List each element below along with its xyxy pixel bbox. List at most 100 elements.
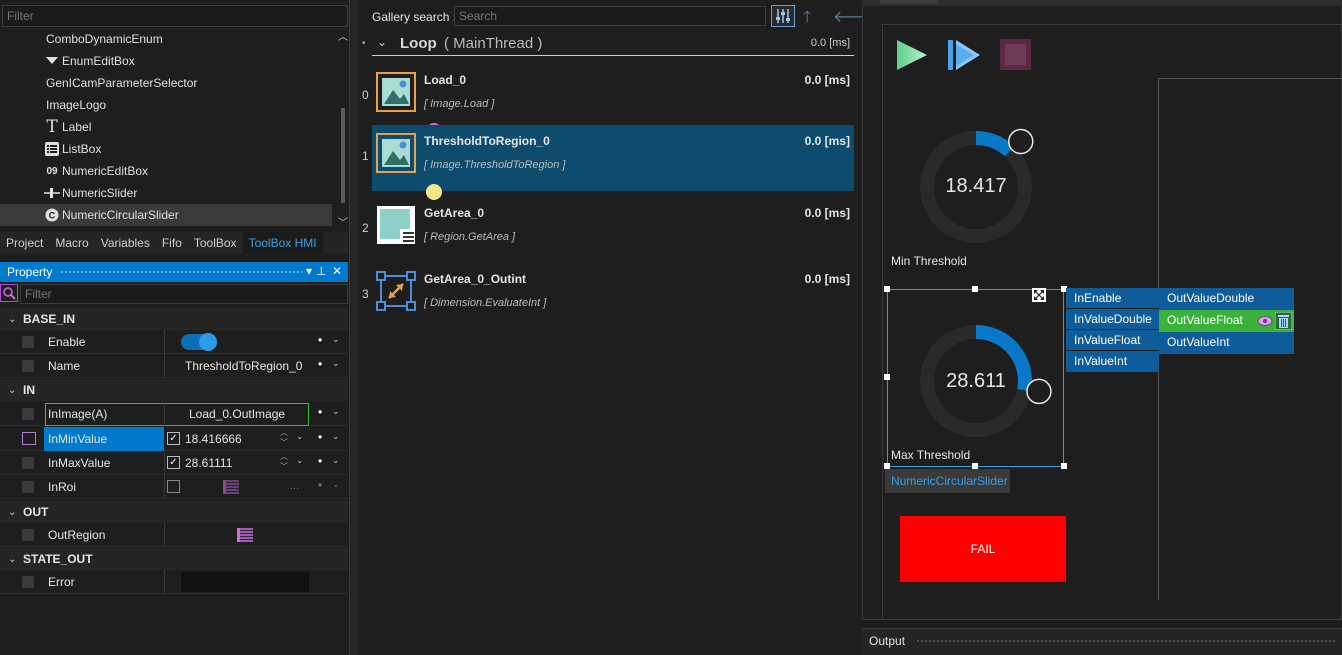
pin-out-value-float[interactable]: OutValueFloat	[1159, 310, 1255, 332]
resize-handle[interactable]	[884, 374, 890, 380]
row-checkbox[interactable]	[22, 529, 34, 541]
pin-out-value-double[interactable]: OutValueDouble	[1159, 288, 1294, 310]
inmaxvalue-input[interactable]: 28.61111	[185, 456, 232, 470]
row-dropdown[interactable]: ⌄	[332, 431, 340, 442]
link-dot[interactable]: •	[318, 333, 322, 347]
toolbox-item-imagelogo[interactable]: ImageLogo	[0, 94, 332, 116]
filter-sliders-button[interactable]	[771, 5, 795, 27]
row-checkbox[interactable]	[22, 360, 34, 372]
section-out[interactable]: ⌄ OUT	[0, 501, 348, 523]
selection-frame[interactable]	[887, 289, 1064, 467]
resize-handle[interactable]	[884, 286, 890, 292]
row-dropdown[interactable]: ⌄	[332, 358, 340, 369]
tab-macro[interactable]: Macro	[49, 232, 94, 254]
pin-in-value-float[interactable]: InValueFloat	[1066, 330, 1159, 351]
step-play-icon[interactable]	[946, 38, 982, 72]
link-dot[interactable]: •	[318, 478, 322, 492]
row-checkbox[interactable]	[22, 336, 34, 348]
section-in[interactable]: ⌄ IN	[0, 379, 348, 401]
dimension-icon	[376, 271, 416, 311]
value-checkbox[interactable]	[167, 480, 180, 493]
link-dot[interactable]: •	[318, 454, 322, 468]
close-icon[interactable]: ✕	[332, 264, 342, 278]
row-checkbox[interactable]	[22, 576, 34, 588]
loop-header[interactable]: ⌄ Loop ( MainThread ) 0.0 [ms]	[372, 32, 854, 56]
property-filter-input[interactable]	[20, 284, 348, 304]
toolbox-item-label[interactable]: T Label	[0, 116, 332, 138]
spinner-arrows-icon[interactable]: ︿ ﹀	[280, 428, 288, 448]
move-icon[interactable]	[1032, 288, 1046, 302]
step-getarea-0-outint[interactable]: 3 GetArea_0_Outint [ Dimension.EvaluateI…	[362, 263, 854, 329]
play-icon[interactable]	[895, 38, 929, 72]
circular-slider-icon: C	[44, 207, 60, 223]
resize-handle[interactable]	[1061, 463, 1067, 469]
row-dropdown[interactable]: ⌄	[332, 479, 340, 490]
step-thresholdtoregion-0[interactable]: 1 ThresholdToRegion_0 [ Image.ThresholdT…	[362, 125, 854, 200]
toolbox-item-combodynamicenum[interactable]: ComboDynamicEnum	[0, 28, 332, 50]
enable-toggle[interactable]	[181, 333, 217, 351]
link-dot[interactable]: •	[318, 405, 322, 419]
step-time: 0.0 [ms]	[804, 272, 850, 286]
pin-icon[interactable]: ⊥	[316, 264, 326, 278]
step-getarea-0[interactable]: 2 GetArea_0 [ Region.GetArea ] 0.0 [ms]	[362, 197, 854, 263]
scroll-down-icon[interactable]: ﹀	[338, 214, 348, 229]
splitter[interactable]	[350, 0, 358, 655]
scroll-up-icon[interactable]: ︿	[338, 28, 348, 43]
scrollbar-thumb[interactable]	[341, 108, 345, 203]
name-value-input[interactable]: ThresholdToRegion_0	[185, 359, 302, 373]
section-base-in[interactable]: ⌄ BASE_IN	[0, 308, 348, 330]
inminvalue-input[interactable]: 18.416666	[185, 432, 242, 446]
tab-toolbox-hmi[interactable]: ToolBox HMI	[242, 232, 323, 254]
filter-search-icon[interactable]	[0, 284, 18, 302]
toolbox-item-numericcircularslider[interactable]: C NumericCircularSlider	[0, 204, 332, 226]
tab-toolbox[interactable]: ToolBox	[188, 232, 243, 254]
pin-in-value-double[interactable]: InValueDouble	[1066, 309, 1159, 330]
pin-in-enable[interactable]: InEnable	[1066, 288, 1159, 309]
dial-knob[interactable]	[1008, 128, 1034, 155]
tab-fifo[interactable]: Fifo	[156, 232, 188, 254]
pin-in-value-int[interactable]: InValueInt	[1066, 351, 1159, 372]
toolbox-item-genicamparameterselector[interactable]: GenICamParameterSelector	[0, 72, 332, 94]
toolbox-scrollbar[interactable]: ︿ ﹀	[338, 28, 348, 230]
row-dropdown[interactable]: ⌄	[332, 334, 340, 345]
row-checkbox[interactable]	[22, 408, 34, 420]
fail-indicator[interactable]: FAIL	[900, 516, 1066, 582]
toolbox-item-enumeditbox[interactable]: EnumEditBox	[0, 50, 332, 72]
toolbox-item-numericslider[interactable]: NumericSlider	[0, 182, 332, 204]
tab-variables[interactable]: Variables	[95, 232, 156, 254]
toolbox-filter-input[interactable]	[2, 5, 348, 27]
section-state-out[interactable]: ⌄ STATE_OUT	[0, 548, 348, 570]
error-value-box	[181, 572, 309, 592]
toolbox-item-numericeditbox[interactable]: 09 NumericEditBox	[0, 160, 332, 182]
row-checkbox[interactable]	[22, 457, 34, 469]
arrow-up-icon[interactable]: 🡑	[803, 6, 811, 33]
toolbox-item-listbox[interactable]: ListBox	[0, 138, 332, 160]
row-dropdown[interactable]: ⌄	[332, 455, 340, 466]
chevron-down-icon[interactable]: ⌄	[296, 431, 304, 442]
inroi-more-button[interactable]: ...	[290, 480, 299, 492]
step-load-0[interactable]: 0 Load_0 [ Image.Load ] 0.0 [ms]	[362, 64, 854, 139]
dropdown-icon[interactable]: ▾	[306, 264, 312, 278]
property-panel-header: Property ▾ ⊥ ✕	[0, 262, 348, 282]
stop-icon[interactable]	[999, 38, 1032, 71]
spinner-arrows-icon[interactable]: ︿ ﹀	[280, 452, 288, 472]
value-checkbox[interactable]: ✓	[167, 456, 180, 469]
pin-out-value-int[interactable]: OutValueInt	[1159, 332, 1294, 354]
property-name: Enable	[48, 335, 86, 349]
toolbox-item-label: NumericCircularSlider	[62, 208, 179, 222]
gallery-search-input[interactable]	[454, 6, 766, 26]
row-dropdown[interactable]: ⌄	[332, 406, 340, 417]
inimage-value[interactable]: Load_0.OutImage	[189, 407, 285, 421]
chevron-down-icon[interactable]: ⌄	[296, 455, 304, 466]
eye-icon[interactable]	[1257, 314, 1273, 328]
value-checkbox[interactable]: ✓	[167, 432, 180, 445]
chevron-down-icon[interactable]: ⌄	[377, 35, 387, 49]
tab-project[interactable]: Project	[0, 232, 49, 254]
link-dot[interactable]: •	[318, 430, 322, 444]
resize-handle[interactable]	[972, 286, 978, 292]
link-dot[interactable]: •	[318, 357, 322, 371]
hmi-tab[interactable]	[880, 0, 938, 4]
trash-icon[interactable]	[1275, 312, 1292, 330]
link-image-icon[interactable]	[22, 432, 36, 445]
row-checkbox[interactable]	[22, 481, 34, 493]
